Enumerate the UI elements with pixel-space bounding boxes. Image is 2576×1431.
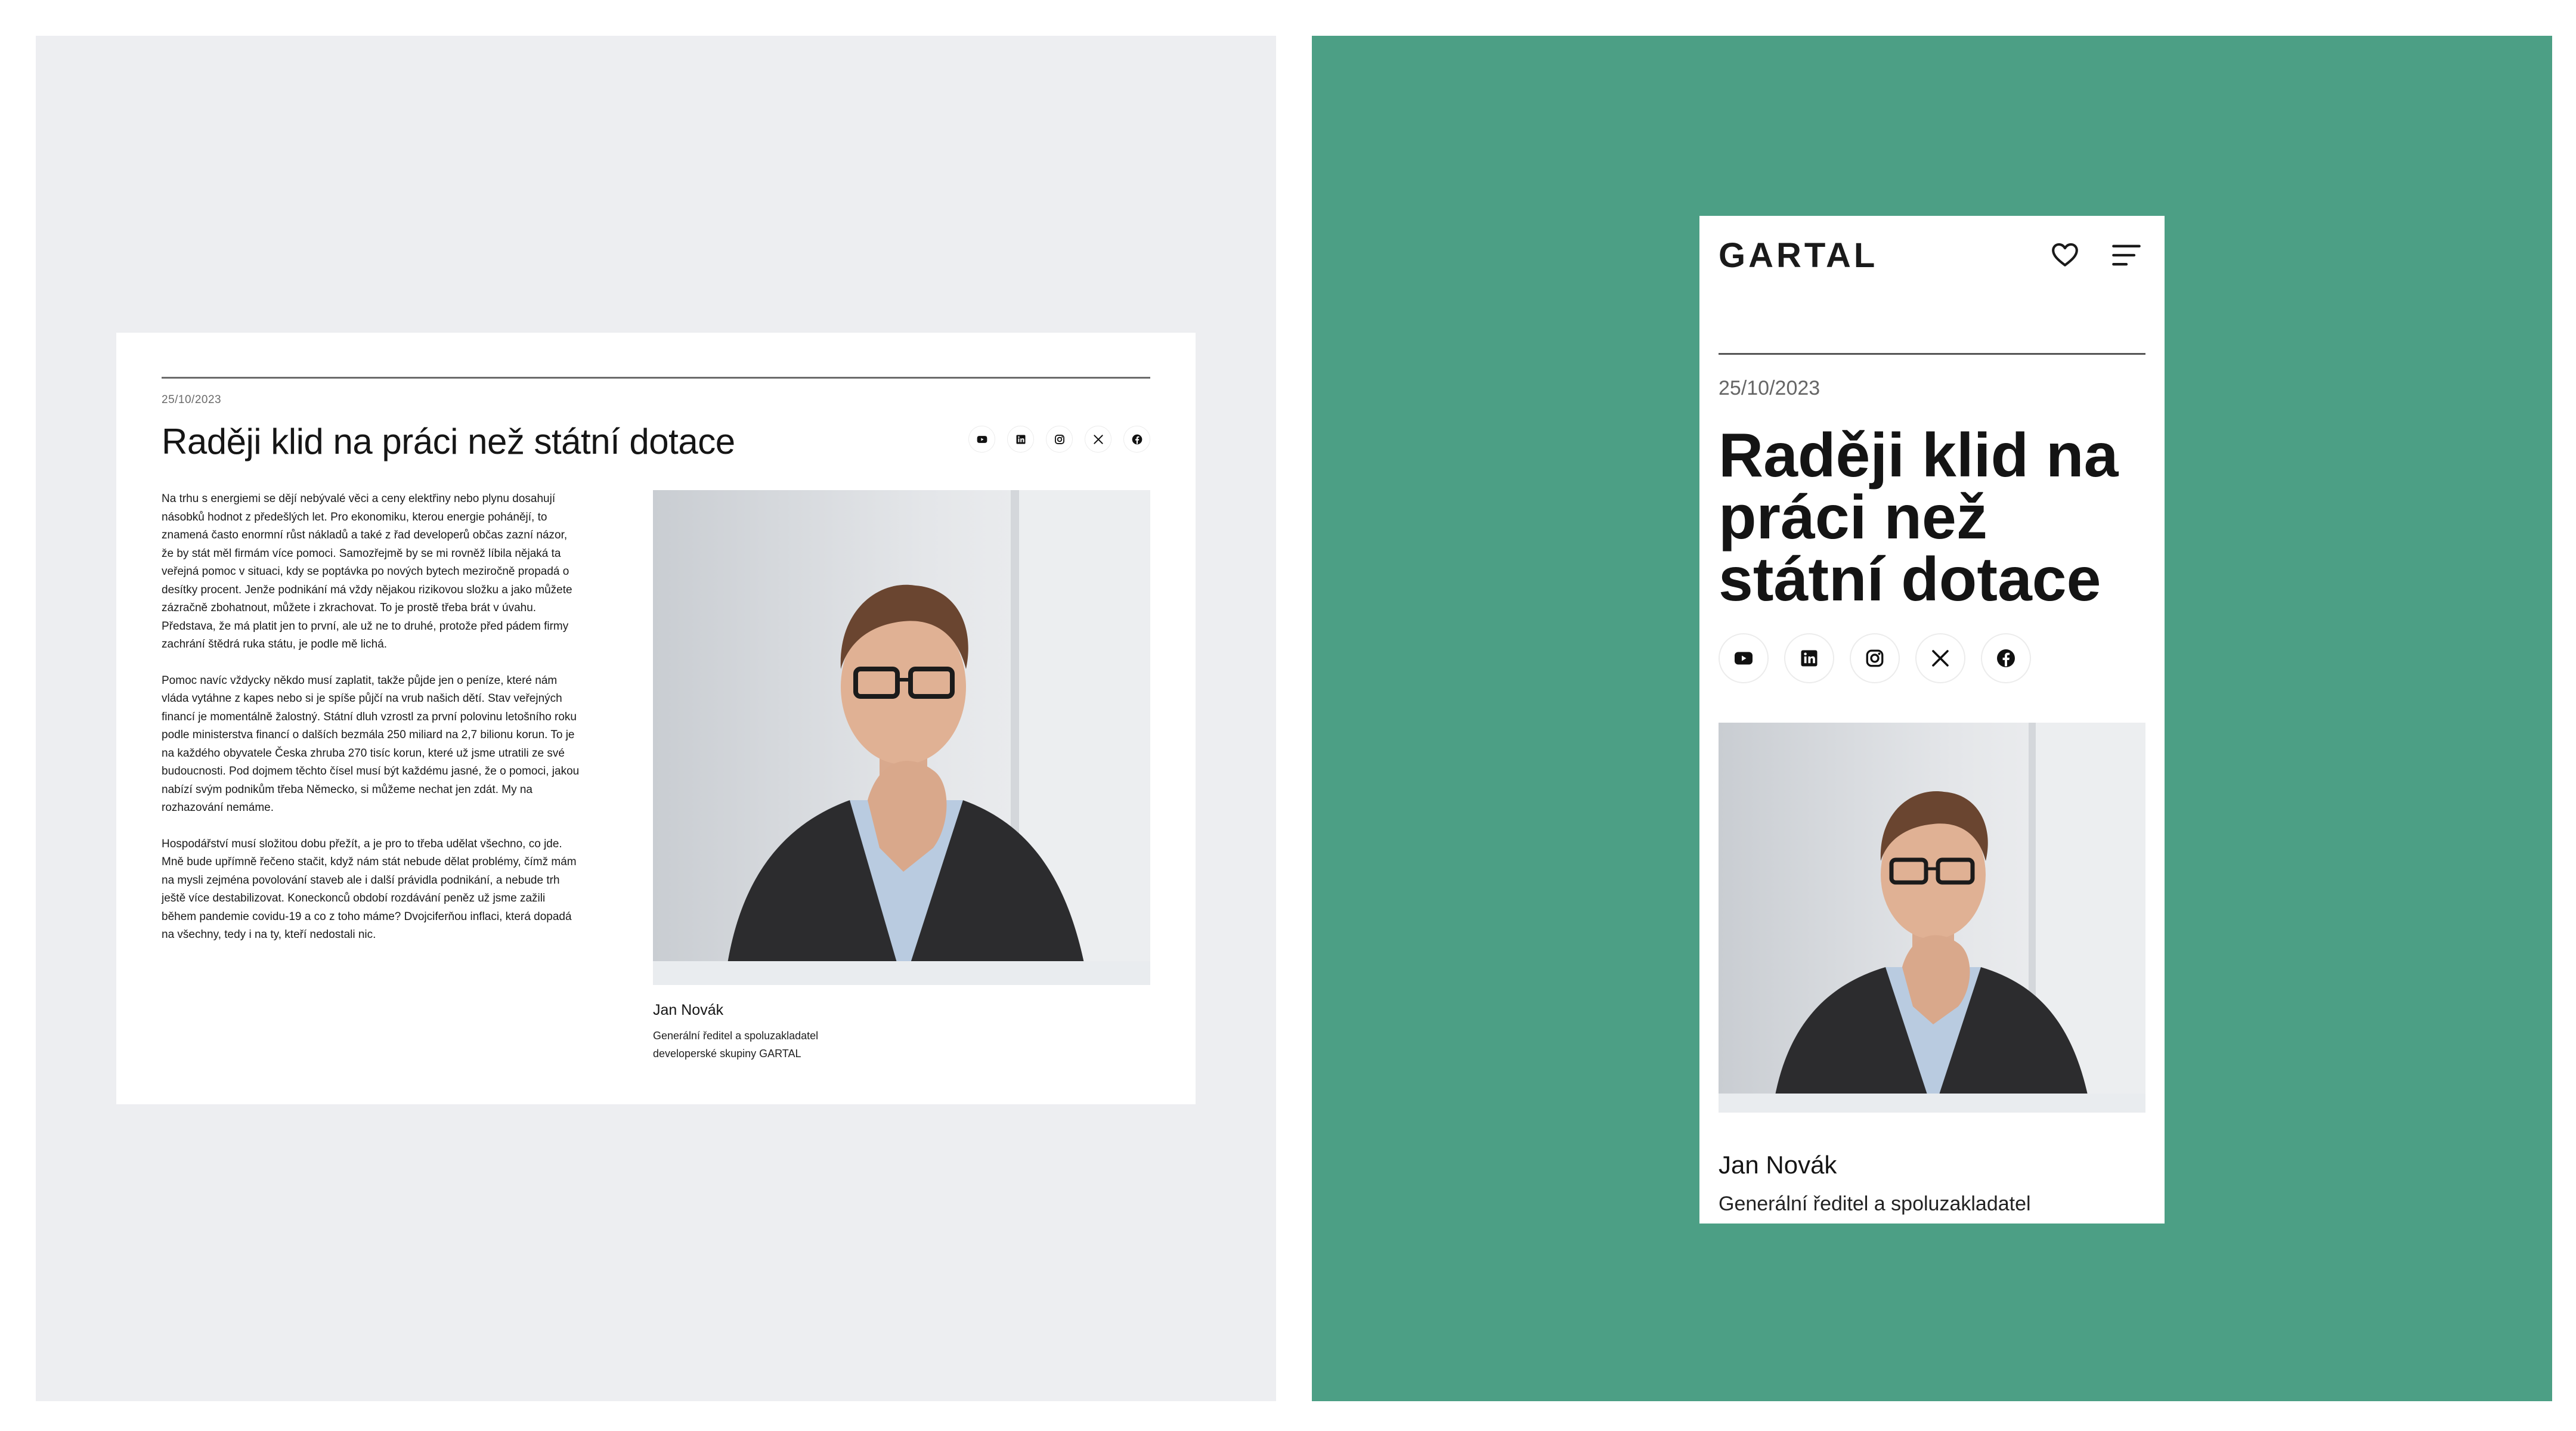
heart-icon[interactable] xyxy=(2049,240,2080,270)
youtube-icon xyxy=(977,435,987,443)
social-links xyxy=(1719,633,2031,683)
x-link[interactable] xyxy=(1915,633,1965,683)
article-paragraph: Pomoc navíc vždycky někdo musí zaplatit,… xyxy=(162,674,580,814)
linkedin-icon xyxy=(1801,650,1818,667)
youtube-link[interactable] xyxy=(1719,633,1769,683)
x-icon xyxy=(1093,434,1103,444)
article-date: 25/10/2023 xyxy=(162,394,222,406)
article-title: Raději klid na práci než státní dotace xyxy=(162,422,735,461)
facebook-link[interactable] xyxy=(1981,633,2031,683)
youtube-icon xyxy=(1735,652,1753,665)
article-title: Raději klid na práci než státní dotace xyxy=(1719,421,2119,614)
article-paragraph: Hospodářství musí složitou dobu přežít, … xyxy=(162,837,577,941)
x-link[interactable] xyxy=(1085,426,1111,453)
author-role: Generální ředitel a spoluzakladatel deve… xyxy=(653,1030,819,1060)
facebook-icon xyxy=(1997,649,2015,667)
desktop-article-card: 25/10/2023 Raději klid na práci než stát… xyxy=(116,333,1196,1104)
social-links xyxy=(968,426,1150,453)
mobile-preview-panel: GARTAL 25/10/2023 Raději klid na práci n… xyxy=(1312,36,2552,1401)
instagram-link[interactable] xyxy=(1850,633,1900,683)
mobile-screen: GARTAL 25/10/2023 Raději klid na práci n… xyxy=(1699,216,2165,1224)
youtube-link[interactable] xyxy=(968,426,995,453)
author-photo xyxy=(1719,723,2145,1113)
gartal-logo[interactable]: GARTAL xyxy=(1719,238,1878,273)
menu-icon[interactable] xyxy=(2111,242,2142,268)
x-icon xyxy=(1932,650,1949,667)
instagram-icon xyxy=(1866,649,1884,667)
author-role: Generální ředitel a spoluzakladatel xyxy=(1719,1192,2031,1215)
divider xyxy=(162,377,1150,379)
author-photo xyxy=(653,490,1150,985)
linkedin-icon xyxy=(1016,435,1025,444)
author-name: Jan Novák xyxy=(1719,1151,1837,1179)
divider xyxy=(1719,353,2145,355)
article-paragraph: Na trhu s energiemi se dějí nebývalé věc… xyxy=(162,493,572,651)
desktop-preview-panel: 25/10/2023 Raději klid na práci než stát… xyxy=(36,36,1276,1401)
linkedin-link[interactable] xyxy=(1784,633,1834,683)
linkedin-link[interactable] xyxy=(1007,426,1034,453)
facebook-link[interactable] xyxy=(1123,426,1150,453)
article-date: 25/10/2023 xyxy=(1719,377,1820,399)
instagram-link[interactable] xyxy=(1046,426,1073,453)
author-name: Jan Novák xyxy=(653,1002,724,1018)
facebook-icon xyxy=(1132,434,1142,444)
article-body: Na trhu s energiemi se dějí nebývalé věc… xyxy=(162,490,582,962)
instagram-icon xyxy=(1054,434,1064,444)
